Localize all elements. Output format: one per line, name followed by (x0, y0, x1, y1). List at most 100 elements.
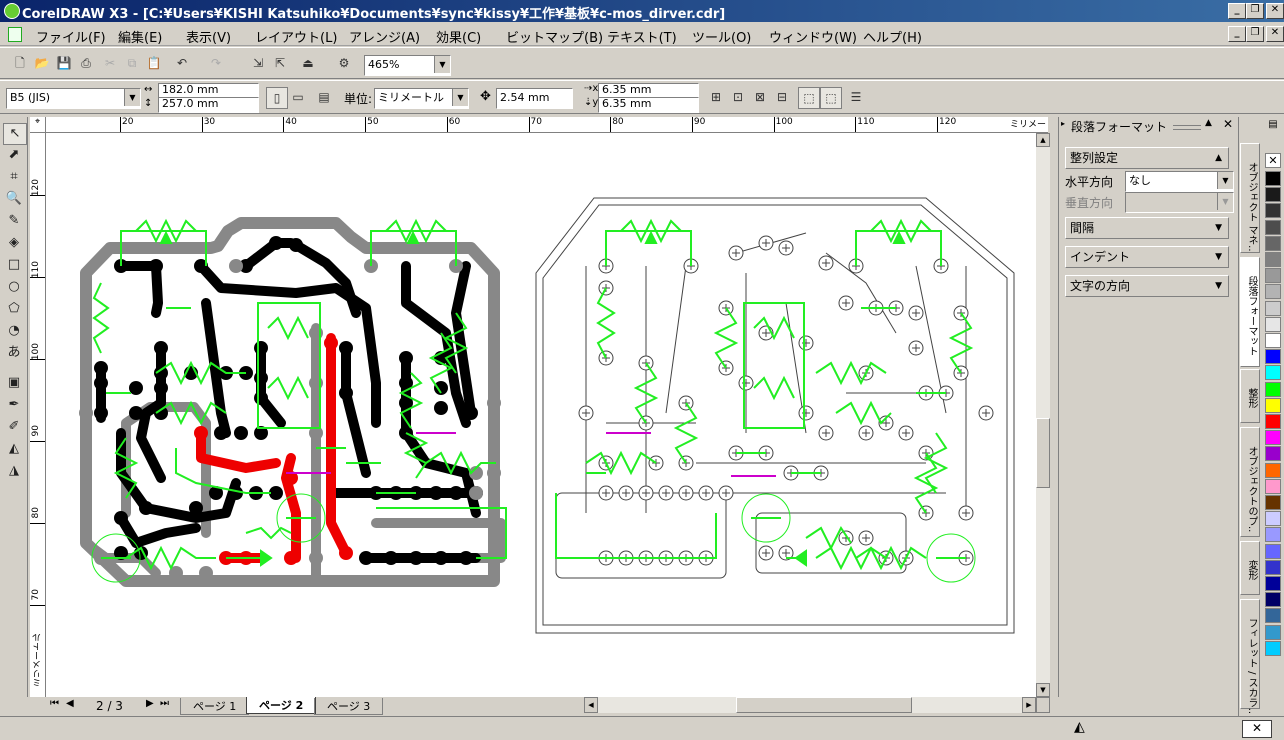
text-direction-section[interactable]: 文字の方向 ▼ (1065, 275, 1229, 297)
pad[interactable] (487, 466, 501, 480)
pad[interactable] (194, 426, 208, 440)
color-swatch[interactable] (1265, 333, 1281, 348)
pad[interactable] (429, 486, 443, 500)
snap-guides-icon[interactable]: ⊡ (728, 87, 748, 107)
pad[interactable] (79, 406, 93, 420)
welcome-icon[interactable]: ⚙ (334, 53, 354, 73)
menu-bitmaps[interactable]: ビットマップ(B) (506, 27, 603, 46)
tab-page-3[interactable]: ページ 3 (314, 698, 384, 715)
pad[interactable] (339, 386, 353, 400)
pick-tool-icon[interactable]: ↖ (3, 123, 27, 145)
pad[interactable] (469, 486, 483, 500)
no-color-swatch[interactable]: ✕ (1265, 153, 1281, 168)
color-swatch[interactable] (1265, 300, 1281, 316)
minimize-button[interactable]: _ (1228, 3, 1246, 19)
pad[interactable] (254, 371, 268, 385)
redo-icon[interactable]: ↷ (206, 53, 226, 73)
color-swatch[interactable] (1265, 316, 1281, 332)
portrait-icon[interactable]: ▯ (266, 87, 288, 109)
tab-transform[interactable]: 変形 (1240, 541, 1260, 595)
color-swatch[interactable] (1265, 576, 1281, 591)
dynamic-guides-icon[interactable]: ⊟ (772, 87, 792, 107)
color-swatch[interactable] (1265, 252, 1281, 267)
color-swatch[interactable] (1265, 235, 1281, 251)
last-page-icon[interactable]: ⏭ (160, 698, 169, 709)
pcb-drawing[interactable] (46, 133, 1036, 697)
import-icon[interactable]: ⇲ (248, 53, 268, 73)
snap-objects-icon[interactable]: ⊠ (750, 87, 770, 107)
print-icon[interactable]: ⎙ (76, 53, 96, 73)
pad[interactable] (114, 511, 128, 525)
copy-icon[interactable]: ⧉ (122, 53, 142, 73)
pad[interactable] (339, 546, 353, 560)
menu-tools[interactable]: ツール(O) (692, 27, 751, 46)
color-swatch[interactable] (1265, 414, 1281, 429)
color-swatch[interactable] (1265, 365, 1281, 381)
paper-height-input[interactable]: 257.0 mm (158, 97, 259, 113)
pad[interactable] (189, 501, 203, 515)
paste-icon[interactable]: 📋 (144, 53, 164, 73)
maximize-button[interactable]: ❐ (1246, 3, 1264, 19)
color-swatch[interactable] (1265, 284, 1281, 300)
pad[interactable] (409, 551, 423, 565)
new-icon[interactable]: 🗋 (10, 53, 30, 73)
page-layout-icon[interactable]: ▤ (314, 87, 334, 107)
color-swatch[interactable] (1265, 608, 1281, 624)
menu-window[interactable]: ウィンドウ(W) (769, 27, 857, 46)
horizontal-scroll-thumb[interactable] (736, 697, 912, 713)
color-swatch[interactable] (1265, 592, 1281, 608)
freehand-tool-icon[interactable]: ✎ (3, 211, 25, 231)
interactive-blend-icon[interactable]: ▣ (3, 373, 25, 393)
menu-effects[interactable]: 効果(C) (436, 27, 481, 46)
crop-tool-icon[interactable]: ⌗ (3, 167, 25, 187)
zoom-level-select[interactable]: 465% ▼ (364, 55, 451, 76)
pad[interactable] (459, 551, 473, 565)
text-tool-icon[interactable]: あ (3, 343, 25, 363)
pad[interactable] (229, 486, 243, 500)
launcher-icon[interactable]: ⏏ (298, 53, 318, 73)
options-icon[interactable]: ☰ (846, 87, 866, 107)
docker-grip[interactable] (1173, 125, 1201, 130)
docker-collapse-icon[interactable]: ▲ (1205, 118, 1212, 128)
pad[interactable] (94, 406, 108, 420)
menu-text[interactable]: テキスト(T) (607, 27, 677, 46)
color-swatch[interactable] (1265, 381, 1281, 397)
pad[interactable] (129, 381, 143, 395)
pad[interactable] (434, 551, 448, 565)
menu-arrange[interactable]: アレンジ(A) (349, 27, 420, 46)
pad[interactable] (149, 259, 163, 273)
color-swatch[interactable] (1265, 397, 1281, 413)
navigator-button[interactable] (1036, 697, 1050, 713)
pad[interactable] (269, 236, 283, 250)
prev-page-icon[interactable]: ◀ (66, 698, 74, 709)
scroll-right-icon[interactable]: ▶ (1022, 697, 1036, 713)
snap-grid-icon[interactable]: ⊞ (706, 87, 726, 107)
interactive-fill-icon[interactable]: ◮ (3, 461, 25, 481)
edit-across-layers-icon[interactable]: ⬚ (820, 87, 842, 109)
ellipse-tool-icon[interactable]: ○ (3, 277, 25, 297)
color-swatch[interactable] (1265, 171, 1281, 186)
pad[interactable] (464, 406, 478, 420)
scroll-up-icon[interactable]: ▲ (1036, 133, 1050, 147)
docker-expand-icon[interactable]: ▸ (1061, 119, 1065, 128)
color-swatch[interactable] (1265, 446, 1281, 462)
pad[interactable] (129, 406, 143, 420)
pad[interactable] (254, 341, 268, 355)
horizontal-align-select[interactable]: なし ▼ (1125, 171, 1234, 192)
menu-layout[interactable]: レイアウト(L) (255, 27, 337, 46)
docker-close-icon[interactable]: ✕ (1223, 117, 1233, 131)
tab-object-properties[interactable]: オブジェクトのプ.. (1240, 427, 1260, 537)
shape-tool-icon[interactable]: ⬈ (3, 145, 25, 165)
open-icon[interactable]: 📂 (32, 53, 52, 73)
horizontal-scrollbar[interactable]: ◀ ▶ (584, 697, 1036, 713)
save-icon[interactable]: 💾 (54, 53, 74, 73)
pad[interactable] (269, 486, 283, 500)
color-swatch[interactable] (1265, 495, 1281, 510)
pad[interactable] (154, 381, 168, 395)
palette-menu-icon[interactable]: ▤ (1265, 119, 1281, 133)
rectangle-tool-icon[interactable]: □ (3, 255, 25, 275)
horizontal-ruler[interactable]: 20 30 40 50 60 70 80 90 100 110 120 ミリメートル (46, 117, 1048, 133)
menu-help[interactable]: ヘルプ(H) (863, 27, 922, 46)
color-swatch[interactable] (1265, 543, 1281, 559)
alignment-section[interactable]: 整列設定 ▲ (1065, 147, 1229, 169)
